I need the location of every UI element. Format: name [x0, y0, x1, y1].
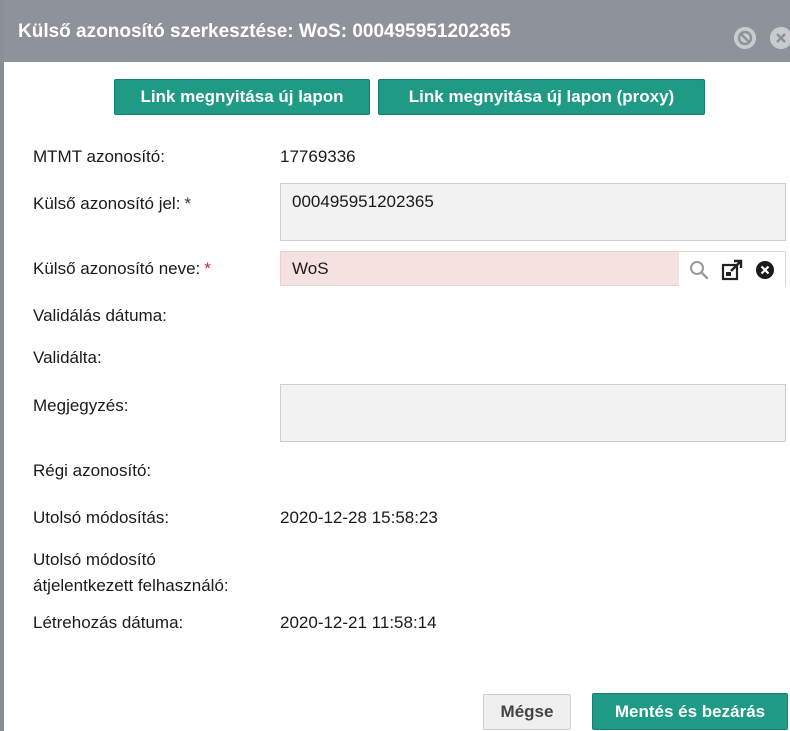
last-modified-label: Utolsó módosítás: — [33, 508, 170, 527]
validated-by-label: Validálta: — [33, 348, 102, 367]
last-modified-value: 2020-12-28 15:58:23 — [280, 508, 438, 527]
note-label: Megjegyzés: — [33, 396, 129, 415]
created-date-label: Létrehozás dátuma: — [33, 613, 184, 632]
mtmt-id-value: 17769336 — [280, 147, 356, 166]
mtmt-id-label: MTMT azonosító: — [33, 147, 165, 166]
dialog-titlebar: Külső azonosító szerkesztése: WoS: 00049… — [4, 0, 790, 62]
note-field[interactable] — [280, 384, 786, 442]
clear-icon[interactable] — [754, 259, 776, 281]
external-id-label: Külső azonosító jel: * — [33, 194, 191, 214]
last-modifier-label-line1: Utolsó módosító — [33, 550, 156, 569]
external-name-label-text: Külső azonosító neve: — [33, 259, 201, 278]
created-date-value: 2020-12-21 11:58:14 — [280, 613, 437, 632]
last-modifier-label-line2: átjelentkezett felhasználó: — [33, 576, 229, 595]
dialog-title: Külső azonosító szerkesztése: WoS: 00049… — [18, 21, 511, 42]
external-id-field[interactable]: 000495951202365 — [280, 183, 786, 241]
external-name-label: Külső azonosító neve: * — [33, 259, 211, 279]
open-link-button[interactable]: Link megnyitása új lapon — [114, 79, 370, 115]
save-and-close-button[interactable]: Mentés és bezárás — [592, 693, 788, 730]
edit-external-id-dialog: Külső azonosító szerkesztése: WoS: 00049… — [0, 0, 790, 731]
external-name-field[interactable]: WoS — [280, 251, 786, 287]
external-name-value: WoS — [292, 259, 329, 278]
cancel-button[interactable]: Mégse — [483, 694, 571, 730]
minimize-icon[interactable] — [734, 27, 756, 49]
external-name-actions — [679, 252, 785, 287]
search-icon[interactable] — [688, 259, 710, 281]
open-external-icon[interactable] — [721, 259, 743, 281]
old-id-label: Régi azonosító: — [33, 461, 152, 480]
open-link-proxy-button[interactable]: Link megnyitása új lapon (proxy) — [378, 79, 705, 115]
external-id-label-text: Külső azonosító jel: — [33, 194, 181, 213]
close-icon[interactable] — [770, 27, 790, 49]
validation-date-label: Validálás dátuma: — [33, 306, 167, 325]
required-mark: * — [184, 194, 192, 213]
required-mark: * — [204, 259, 211, 278]
